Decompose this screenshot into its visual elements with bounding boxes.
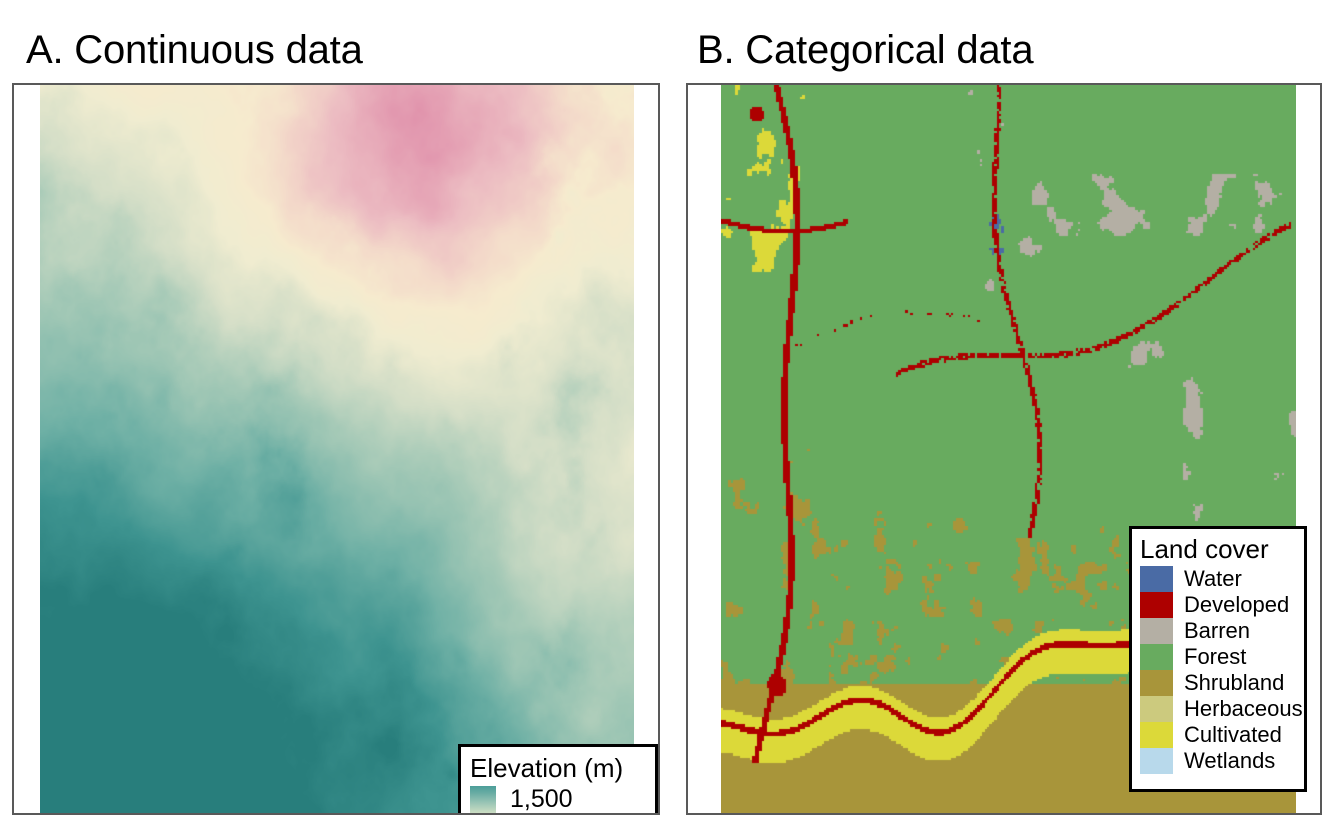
land-cover-label: Cultivated <box>1184 722 1282 748</box>
elevation-tick-2: 2,000 <box>510 813 573 814</box>
land-cover-legend-item: Shrubland <box>1140 670 1304 697</box>
elevation-legend: Elevation (m) 1,500 2,000 2,500 <box>458 744 658 814</box>
land-cover-swatch <box>1140 696 1173 723</box>
elevation-legend-title: Elevation (m) <box>470 753 624 783</box>
land-cover-legend-item: Herbaceous <box>1140 696 1304 723</box>
land-cover-legend-item: Water <box>1140 566 1304 593</box>
land-cover-swatch <box>1140 566 1173 593</box>
land-cover-label: Wetlands <box>1184 748 1276 774</box>
elevation-raster <box>40 85 634 813</box>
land-cover-legend-items: Water Developed Barren Forest Shrubland Herba… <box>1140 566 1304 775</box>
panel-a-continuous-map: Elevation (m) 1,500 2,000 2,500 <box>12 83 660 815</box>
elevation-tick-1: 1,500 <box>510 785 573 814</box>
land-cover-swatch <box>1140 618 1173 645</box>
land-cover-label: Forest <box>1184 644 1247 670</box>
land-cover-swatch <box>1140 592 1173 619</box>
land-cover-swatch <box>1140 722 1173 749</box>
figure-root: A. Continuous data Elevation (m) 1,500 2… <box>0 0 1344 830</box>
elevation-legend-body: 1,500 2,000 2,500 <box>470 785 655 814</box>
land-cover-label: Barren <box>1184 618 1251 644</box>
land-cover-swatch <box>1140 670 1173 697</box>
elevation-colorbar <box>470 786 496 813</box>
land-cover-legend-item: Wetlands <box>1140 748 1304 775</box>
land-cover-label: Shrubland <box>1184 670 1285 696</box>
land-cover-label: Herbaceous <box>1184 696 1303 722</box>
land-cover-legend-item: Forest <box>1140 644 1304 671</box>
land-cover-legend: Land cover Water Developed Barren Forest Shr… <box>1129 526 1307 792</box>
land-cover-label: Developed <box>1184 592 1290 618</box>
land-cover-legend-item: Cultivated <box>1140 722 1304 749</box>
land-cover-swatch <box>1140 644 1173 671</box>
panel-b-categorical-map: Land cover Water Developed Barren Forest Shr… <box>686 83 1322 815</box>
land-cover-swatch <box>1140 748 1173 775</box>
panel-a-title: A. Continuous data <box>26 28 363 72</box>
elevation-tick-labels: 1,500 2,000 2,500 <box>510 785 573 814</box>
panel-b-title: B. Categorical data <box>697 28 1034 72</box>
land-cover-label: Water <box>1184 566 1242 592</box>
land-cover-legend-item: Developed <box>1140 592 1304 619</box>
land-cover-legend-item: Barren <box>1140 618 1304 645</box>
land-cover-legend-title: Land cover <box>1140 534 1269 564</box>
